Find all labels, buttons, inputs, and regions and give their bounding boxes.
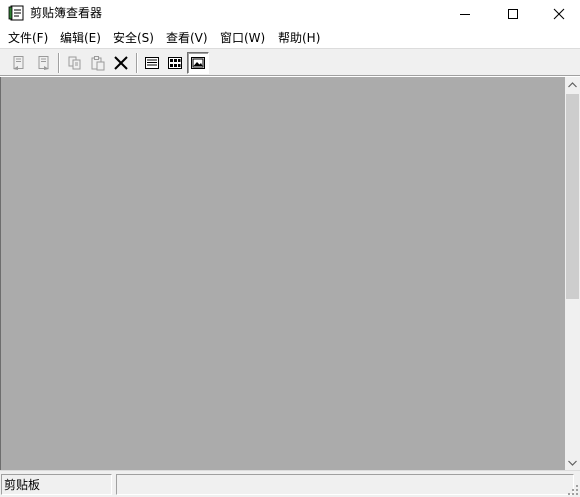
menu-help[interactable]: 帮助(H) (278, 29, 320, 47)
maximize-icon (508, 8, 518, 19)
full-page-button[interactable] (187, 52, 209, 74)
resize-grip-icon[interactable] (567, 484, 579, 496)
table-of-contents-button[interactable] (141, 52, 163, 74)
minimize-button[interactable] (442, 0, 488, 27)
clipbook-viewer-window: 剪贴簿查看器 文件(F) 编辑(E) 安全(S) 查看(V) 窗口(W) 帮助(… (0, 0, 580, 497)
menu-edit[interactable]: 编辑(E) (60, 29, 101, 47)
copy-icon (68, 56, 81, 70)
menu-file[interactable]: 文件(F) (8, 29, 48, 47)
close-button[interactable] (536, 0, 580, 27)
window-title: 剪贴簿查看器 (30, 6, 103, 20)
menu-window[interactable]: 窗口(W) (220, 29, 265, 47)
toolbar (0, 48, 580, 76)
disconnect-button[interactable] (32, 52, 54, 74)
paste-icon (91, 56, 105, 71)
scroll-down-button[interactable] (565, 455, 580, 470)
vertical-scrollbar[interactable] (565, 77, 580, 470)
paste-button[interactable] (87, 52, 109, 74)
table-of-contents-icon (145, 57, 159, 69)
connect-icon (13, 56, 24, 70)
mdi-client-area[interactable] (0, 77, 565, 470)
close-icon (553, 8, 565, 19)
menu-bar: 文件(F) 编辑(E) 安全(S) 查看(V) 窗口(W) 帮助(H) (0, 27, 580, 48)
title-bar[interactable]: 剪贴簿查看器 (0, 0, 580, 27)
copy-button[interactable] (64, 52, 86, 74)
disconnect-icon (38, 56, 49, 70)
chevron-up-icon (568, 81, 577, 87)
toolbar-separator (58, 53, 60, 73)
chevron-down-icon (568, 460, 577, 466)
toolbar-separator (136, 53, 138, 73)
maximize-button[interactable] (490, 0, 536, 27)
connect-button[interactable] (8, 52, 30, 74)
thumbnails-icon (168, 57, 182, 69)
minimize-icon (460, 13, 470, 15)
clipbook-app-icon (8, 5, 24, 21)
full-page-icon (191, 57, 205, 69)
menu-security[interactable]: 安全(S) (113, 29, 154, 47)
thumbnails-button[interactable] (164, 52, 186, 74)
delete-icon (114, 56, 128, 70)
scroll-thumb[interactable] (566, 94, 579, 299)
status-bar: 剪贴板 (0, 470, 580, 497)
menu-view[interactable]: 查看(V) (166, 29, 208, 47)
status-pane-source: 剪贴板 (1, 474, 112, 495)
scroll-up-button[interactable] (565, 77, 580, 92)
status-text: 剪贴板 (4, 478, 41, 492)
status-pane-info (116, 474, 574, 495)
delete-button[interactable] (110, 52, 132, 74)
